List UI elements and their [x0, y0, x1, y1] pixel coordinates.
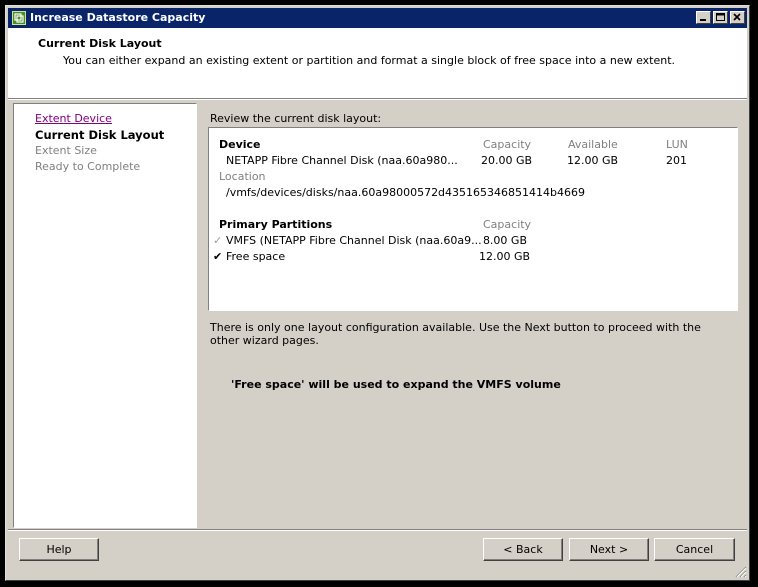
layout-note: There is only one layout configuration a…	[210, 321, 701, 347]
partition-vmfs-capacity: 8.00 GB	[482, 234, 527, 247]
page-description: You can either expand an existing extent…	[63, 54, 676, 67]
partitions-capacity-header: Capacity	[483, 218, 532, 231]
device-name: NETAPP Fibre Channel Disk (naa.60a980...	[226, 154, 458, 167]
step-extent-size: Extent Size	[35, 144, 97, 157]
partition-free-check-icon: ✔	[213, 250, 223, 263]
step-extent-device[interactable]: Extent Device	[35, 112, 112, 125]
partition-free-name: Free space	[226, 250, 286, 263]
step-current-disk-layout: Current Disk Layout	[35, 128, 165, 142]
next-button-label: Next >	[589, 543, 629, 556]
next-button[interactable]: Next >	[569, 538, 649, 561]
cancel-button-label: Cancel	[675, 543, 714, 556]
expand-message: 'Free space' will be used to expand the …	[231, 378, 561, 391]
device-lun-header: LUN	[666, 138, 688, 151]
review-label: Review the current disk layout:	[210, 112, 382, 125]
help-button[interactable]: Help	[19, 538, 99, 561]
maximize-icon	[716, 13, 725, 21]
device-location: /vmfs/devices/disks/naa.60a98000572d4351…	[226, 186, 585, 199]
datastore-app-icon	[12, 11, 26, 25]
step-ready-to-complete: Ready to Complete	[35, 160, 141, 173]
wizard-steps-panel: Extent Device Current Disk Layout Extent…	[13, 103, 197, 528]
wizard-header: Current Disk Layout You can either expan…	[8, 28, 747, 99]
back-button[interactable]: < Back	[483, 538, 563, 561]
resize-grip-icon[interactable]	[735, 566, 747, 578]
partition-free-capacity: 12.00 GB	[479, 250, 531, 263]
device-lun: 201	[666, 154, 687, 167]
partitions-header: Primary Partitions	[219, 218, 333, 231]
partition-vmfs-name: VMFS (NETAPP Fibre Channel Disk (naa.60a…	[226, 234, 482, 247]
back-button-label: < Back	[503, 543, 543, 556]
partition-vmfs-check-icon: ✓	[213, 234, 223, 247]
device-capacity-header: Capacity	[483, 138, 532, 151]
device-header: Device	[219, 138, 261, 151]
help-button-label: Help	[46, 543, 72, 556]
page-title: Current Disk Layout	[38, 37, 162, 50]
cancel-button[interactable]: Cancel	[654, 538, 735, 561]
close-icon	[733, 13, 741, 21]
title-bar[interactable]: Increase Datastore Capacity	[8, 8, 747, 28]
device-available: 12.00 GB	[567, 154, 619, 167]
device-capacity: 20.00 GB	[481, 154, 533, 167]
close-button[interactable]	[730, 11, 745, 24]
disk-layout-panel: Device Capacity Available LUN NETAPP Fib…	[208, 127, 738, 311]
minimize-icon	[700, 19, 706, 21]
header-divider	[8, 99, 747, 100]
footer-divider	[8, 529, 747, 531]
wizard-window: Increase Datastore Capacity Current Disk…	[5, 5, 750, 581]
minimize-button[interactable]	[696, 11, 711, 24]
maximize-button[interactable]	[713, 11, 728, 24]
location-label: Location	[219, 170, 266, 183]
device-available-header: Available	[568, 138, 618, 151]
window-title: Increase Datastore Capacity	[30, 11, 206, 24]
